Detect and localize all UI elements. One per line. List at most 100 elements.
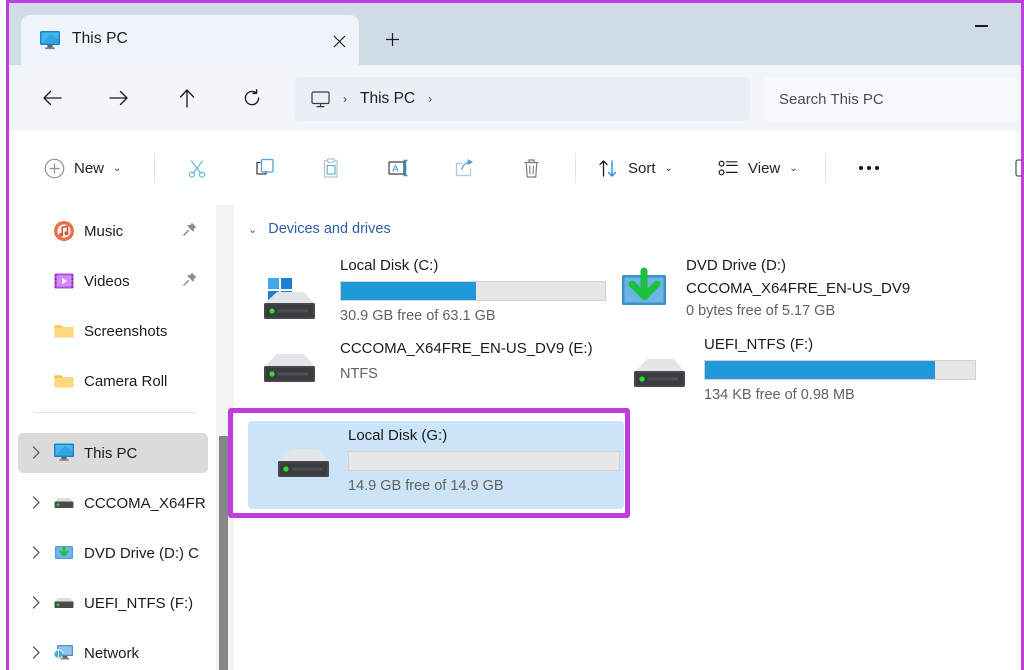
file-explorer-window: This PC	[0, 0, 1024, 670]
delete-button[interactable]	[510, 148, 552, 188]
minimize-button[interactable]	[963, 13, 999, 39]
new-button[interactable]: New ⌄	[37, 148, 128, 188]
copy-icon	[254, 158, 275, 179]
back-button[interactable]	[31, 77, 73, 119]
drive-item-cccoma-e[interactable]: CCCOMA_X64FRE_EN-US_DV9 (E:) NTFS	[244, 340, 594, 422]
svg-text:A: A	[392, 164, 399, 175]
tab-this-pc[interactable]: This PC	[21, 15, 359, 65]
sort-button[interactable]: Sort ⌄	[591, 148, 680, 188]
sidebar-item-label: Camera Roll	[84, 373, 167, 390]
hard-drive-icon	[626, 355, 696, 389]
toolbar-divider-2	[575, 153, 576, 183]
sidebar-item-cccoma[interactable]: CCCOMA_X64FR	[18, 483, 208, 523]
breadcrumb-separator-2[interactable]: ›	[428, 93, 432, 105]
sidebar-item-videos[interactable]: Videos	[18, 261, 208, 301]
arrow-right-icon	[109, 90, 128, 106]
sidebar-item-label: CCCOMA_X64FR	[84, 495, 206, 512]
pin-icon[interactable]	[182, 271, 198, 287]
group-header-devices-and-drives[interactable]: ⌄ Devices and drives	[248, 221, 391, 237]
drive-item-uefi-ntfs-f[interactable]: UEFI_NTFS (F:) 134 KB free of 0.98 MB	[604, 333, 954, 415]
pin-icon[interactable]	[182, 221, 198, 237]
drive-name: Local Disk (C:)	[340, 257, 438, 274]
sidebar-item-dvd-drive[interactable]: DVD Drive (D:) C	[18, 533, 208, 573]
chevron-right-icon[interactable]	[32, 646, 41, 659]
drive-capacity-fill	[341, 282, 476, 300]
windows-drive-icon	[256, 277, 326, 321]
drive-name: DVD Drive (D:)	[686, 257, 786, 274]
details-pane-icon	[1015, 158, 1021, 178]
sidebar-item-this-pc[interactable]: This PC	[18, 433, 208, 473]
sidebar-item-label: Music	[84, 223, 123, 240]
share-button[interactable]	[443, 148, 485, 188]
toolbar-divider-1	[154, 153, 155, 183]
chevron-right-icon[interactable]	[32, 446, 41, 459]
drive-item-dvd-drive-d[interactable]: DVD Drive (D:) CCCOMA_X64FRE_EN-US_DV9 0…	[604, 253, 954, 335]
copy-button[interactable]	[243, 148, 285, 188]
sidebar-item-label: This PC	[84, 445, 137, 462]
sidebar-item-label: Videos	[84, 273, 130, 290]
drive-item-local-disk-g[interactable]: Local Disk (G:) 14.9 GB free of 14.9 GB	[248, 421, 624, 509]
drive-item-local-disk-c[interactable]: Local Disk (C:) 30.9 GB free of 63.1 GB	[244, 253, 594, 335]
drive-capacity-text: 14.9 GB free of 14.9 GB	[348, 478, 504, 494]
details-pane-button[interactable]	[1004, 148, 1021, 188]
sidebar-item-screenshots[interactable]: Screenshots	[18, 311, 208, 351]
explorer-window-body: This PC	[9, 3, 1021, 670]
title-bar: This PC	[9, 3, 1021, 65]
address-bar[interactable]: › This PC ›	[295, 77, 750, 121]
plus-icon	[385, 32, 400, 47]
rename-icon: A	[386, 158, 410, 178]
drive-capacity-fill	[705, 361, 935, 379]
network-icon	[53, 642, 75, 664]
search-placeholder: Search This PC	[779, 91, 884, 108]
new-tab-button[interactable]	[375, 23, 409, 55]
chevron-right-icon[interactable]	[32, 546, 41, 559]
new-button-label: New	[74, 160, 104, 177]
command-bar: New ⌄	[9, 131, 1021, 206]
trash-icon	[522, 158, 541, 179]
chevron-right-icon[interactable]	[32, 596, 41, 609]
refresh-button[interactable]	[231, 77, 273, 119]
view-button[interactable]: View ⌄	[711, 148, 805, 188]
forward-button[interactable]	[97, 77, 139, 119]
minimize-icon	[975, 25, 988, 27]
sidebar-divider	[34, 412, 196, 413]
sidebar-item-uefi-ntfs[interactable]: UEFI_NTFS (F:)	[18, 583, 208, 623]
chevron-down-icon: ⌄	[789, 163, 797, 174]
drive-capacity-text: 134 KB free of 0.98 MB	[704, 387, 855, 403]
paste-button[interactable]	[310, 148, 352, 188]
cut-button[interactable]	[176, 148, 218, 188]
group-header-label: Devices and drives	[268, 221, 391, 237]
search-input[interactable]: Search This PC	[764, 77, 1021, 121]
hard-drive-icon	[270, 445, 340, 479]
dvd-drive-icon	[616, 267, 672, 309]
sidebar-item-music[interactable]: Music	[18, 211, 208, 251]
drive-name: Local Disk (G:)	[348, 427, 447, 444]
view-button-label: View	[748, 160, 780, 177]
share-icon	[454, 158, 475, 178]
sidebar-item-camera-roll[interactable]: Camera Roll	[18, 361, 208, 401]
sidebar-scrollbar-thumb[interactable]	[219, 436, 228, 670]
view-list-icon	[718, 159, 739, 177]
refresh-icon	[243, 89, 261, 107]
videos-icon	[53, 270, 75, 292]
arrow-left-icon	[43, 90, 62, 106]
chevron-down-icon[interactable]: ⌄	[248, 223, 257, 236]
drive-filesystem-text: NTFS	[340, 366, 378, 382]
up-button[interactable]	[166, 77, 208, 119]
chevron-right-icon[interactable]	[32, 496, 41, 509]
arrow-up-icon	[179, 89, 195, 108]
folder-icon	[53, 320, 75, 342]
this-pc-icon	[53, 442, 75, 464]
close-icon[interactable]	[326, 28, 352, 54]
sidebar-item-network[interactable]: Network	[18, 633, 208, 670]
drive-capacity-bar	[348, 451, 620, 471]
drive-name: UEFI_NTFS (F:)	[704, 336, 813, 353]
more-options-button[interactable]	[847, 148, 891, 188]
toolbar-divider-3	[825, 153, 826, 183]
plus-circle-icon	[44, 158, 65, 179]
breadcrumb-this-pc[interactable]: This PC	[360, 90, 415, 108]
this-pc-monitor-icon	[39, 30, 61, 50]
dvd-icon	[53, 544, 75, 562]
navigation-bar: › This PC › Search This PC	[9, 65, 1021, 131]
rename-button[interactable]: A	[377, 148, 419, 188]
